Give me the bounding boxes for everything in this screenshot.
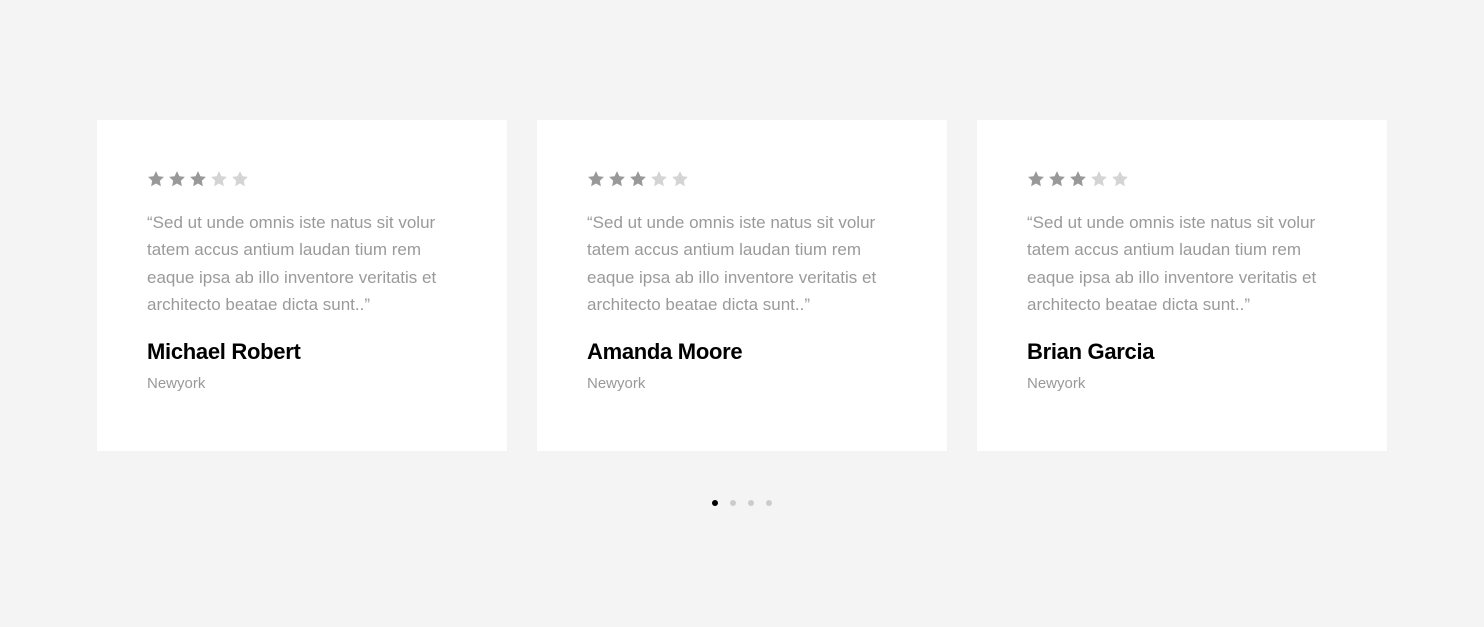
pagination-dot-2[interactable] <box>730 500 736 506</box>
testimonial-carousel: “Sed ut unde omnis iste natus sit volur … <box>97 120 1387 451</box>
star-filled-icon <box>1028 171 1044 187</box>
star-filled-icon <box>1049 171 1065 187</box>
star-empty-icon <box>1091 171 1107 187</box>
star-empty-icon <box>651 171 667 187</box>
testimonial-quote: “Sed ut unde omnis iste natus sit volur … <box>587 213 877 314</box>
carousel-pagination <box>712 500 772 506</box>
star-filled-icon <box>588 171 604 187</box>
testimonial-card: “Sed ut unde omnis iste natus sit volur … <box>537 120 947 451</box>
star-rating <box>147 170 457 190</box>
star-empty-icon <box>672 171 688 187</box>
star-rating <box>587 170 897 190</box>
star-rating <box>1027 170 1337 190</box>
reviewer-name: Michael Robert <box>147 339 301 365</box>
pagination-dot-1[interactable] <box>712 500 718 506</box>
pagination-dot-4[interactable] <box>766 500 772 506</box>
reviewer-location: Newyork <box>1027 375 1086 393</box>
testimonial-card: “Sed ut unde omnis iste natus sit volur … <box>977 120 1387 451</box>
reviewer-name: Brian Garcia <box>1027 339 1155 365</box>
star-filled-icon <box>1070 171 1086 187</box>
testimonial-quote: “Sed ut unde omnis iste natus sit volur … <box>1027 213 1317 314</box>
star-filled-icon <box>609 171 625 187</box>
star-filled-icon <box>190 171 206 187</box>
pagination-dot-3[interactable] <box>748 500 754 506</box>
star-filled-icon <box>630 171 646 187</box>
testimonial-card: “Sed ut unde omnis iste natus sit volur … <box>97 120 507 451</box>
star-filled-icon <box>169 171 185 187</box>
reviewer-location: Newyork <box>147 375 206 393</box>
star-empty-icon <box>1112 171 1128 187</box>
reviewer-location: Newyork <box>587 375 646 393</box>
reviewer-name: Amanda Moore <box>587 339 743 365</box>
testimonial-quote: “Sed ut unde omnis iste natus sit volur … <box>147 213 437 314</box>
star-empty-icon <box>211 171 227 187</box>
star-empty-icon <box>232 171 248 187</box>
star-filled-icon <box>148 171 164 187</box>
